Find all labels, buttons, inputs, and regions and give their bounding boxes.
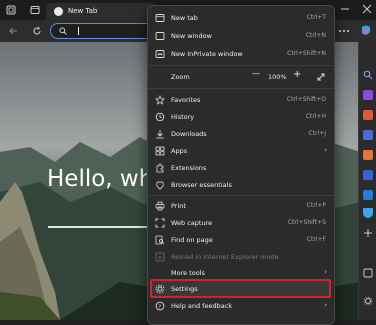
- menu-item-new-window[interactable]: New window Ctrl+N: [148, 28, 334, 44]
- svg-text:?: ?: [158, 304, 161, 310]
- zoom-out-button[interactable]: —: [252, 69, 260, 78]
- menu-item-shortcut: Ctrl+F: [306, 236, 326, 243]
- outlook-icon[interactable]: [363, 190, 373, 200]
- games-icon[interactable]: [363, 130, 373, 140]
- chevron-right-icon: ›: [324, 301, 327, 309]
- drop-icon[interactable]: [363, 208, 373, 218]
- menu-item-label: Web capture: [171, 219, 213, 227]
- menu-item-shortcut: Ctrl+P: [306, 202, 326, 209]
- menu-item-label: More tools: [171, 269, 205, 277]
- menu-item-label: Extensions: [171, 164, 207, 172]
- menu-item-label: Reload in Internet Explorer mode: [171, 253, 279, 261]
- menu-item-label: History: [171, 113, 195, 121]
- menu-separator: [148, 195, 334, 196]
- menu-item-label: New tab: [171, 14, 198, 22]
- menu-item-label: Find on page: [171, 236, 213, 244]
- menu-item-label: Favorites: [171, 96, 201, 104]
- back-icon[interactable]: [8, 26, 18, 36]
- settings-gear-icon: [155, 284, 165, 294]
- office-icon[interactable]: [363, 150, 373, 160]
- tab-actions-icon[interactable]: [30, 5, 40, 15]
- zoom-level: 100%: [268, 73, 287, 81]
- add-icon[interactable]: [363, 228, 373, 238]
- chevron-right-icon: ›: [324, 146, 327, 154]
- menu-item-history[interactable]: History Ctrl+H: [148, 109, 334, 125]
- menu-item-shortcut: Ctrl+Shift+O: [286, 96, 326, 103]
- address-bar[interactable]: [50, 23, 162, 39]
- settings-and-more-icon[interactable]: [338, 26, 350, 36]
- menu-item-new-inprivate-window[interactable]: New InPrivate window Ctrl+Shift+N: [148, 46, 334, 62]
- menu-item-downloads[interactable]: Downloads Ctrl+J: [148, 126, 334, 142]
- menu-item-extensions[interactable]: Extensions: [148, 160, 334, 176]
- menu-item-print[interactable]: Print Ctrl+P: [148, 198, 334, 214]
- menu-item-label: Browser essentials: [171, 181, 232, 189]
- menu-item-favorites[interactable]: Favorites Ctrl+Shift+O: [148, 92, 334, 108]
- shopping-icon[interactable]: [363, 90, 373, 100]
- refresh-icon[interactable]: [32, 26, 42, 36]
- new-tab-icon: [155, 13, 165, 23]
- menu-item-label: Downloads: [171, 130, 207, 138]
- download-icon: [155, 129, 165, 139]
- menu-item-label: New InPrivate window: [171, 50, 243, 58]
- menu-separator: [148, 88, 334, 89]
- tools-icon[interactable]: [363, 110, 373, 120]
- menu-item-shortcut: Ctrl+J: [308, 130, 326, 137]
- ie-mode-icon: e: [155, 252, 165, 262]
- favorites-icon: [155, 95, 165, 105]
- menu-separator: [148, 65, 334, 66]
- greeting-underline: [48, 226, 148, 228]
- menu-item-shortcut: Ctrl+Shift+S: [287, 219, 326, 226]
- menu-item-help-and-feedback[interactable]: ? Help and feedback ›: [148, 298, 334, 314]
- extensions-icon: [155, 163, 165, 173]
- menu-item-web-capture[interactable]: Web capture Ctrl+Shift+S: [148, 215, 334, 231]
- apps-icon: [155, 146, 165, 156]
- sidebar-layout-icon[interactable]: [363, 268, 373, 278]
- chevron-right-icon: ›: [324, 268, 327, 276]
- new-window-icon: [155, 31, 165, 41]
- search-icon: [59, 27, 67, 35]
- menu-item-reload-in-ie-mode: e Reload in Internet Explorer mode: [148, 249, 334, 265]
- copilot-icon[interactable]: [359, 24, 373, 38]
- menu-item-label: Zoom: [171, 73, 190, 81]
- menu-item-label: Apps: [171, 147, 188, 155]
- minimize-icon[interactable]: [340, 4, 350, 14]
- copilot-designer-icon[interactable]: [363, 170, 373, 180]
- menu-item-shortcut: Ctrl+N: [305, 32, 326, 39]
- search-icon[interactable]: [363, 70, 373, 80]
- new-tab-favicon: [54, 7, 63, 16]
- text-cursor: [78, 27, 79, 35]
- menu-item-new-tab[interactable]: New tab Ctrl+T: [148, 10, 334, 26]
- menu-item-find-on-page[interactable]: Find on page Ctrl+F: [148, 232, 334, 248]
- find-on-page-icon: [155, 235, 165, 245]
- workspaces-icon[interactable]: [6, 5, 16, 15]
- menu-item-label: New window: [171, 32, 212, 40]
- menu-item-zoom: Zoom — 100% +: [148, 68, 334, 86]
- sidebar-settings-icon[interactable]: [363, 296, 373, 306]
- history-icon: [155, 112, 165, 122]
- menu-item-settings[interactable]: Settings: [148, 281, 334, 297]
- zoom-in-button[interactable]: +: [293, 69, 301, 80]
- help-icon: ?: [155, 301, 165, 311]
- tab-title: New Tab: [68, 7, 98, 15]
- menu-item-shortcut: Ctrl+T: [306, 14, 326, 21]
- menu-item-shortcut: Ctrl+Shift+N: [287, 50, 326, 57]
- inprivate-icon: [155, 49, 165, 59]
- browser-essentials-icon: [155, 180, 165, 190]
- menu-item-browser-essentials[interactable]: Browser essentials: [148, 177, 334, 193]
- close-window-icon[interactable]: [362, 4, 372, 14]
- menu-item-apps[interactable]: Apps ›: [148, 143, 334, 159]
- full-screen-icon[interactable]: [316, 72, 326, 82]
- sidebar: [358, 42, 376, 320]
- menu-item-label: Help and feedback: [171, 302, 233, 310]
- print-icon: [155, 201, 165, 211]
- menu-item-label: Print: [171, 202, 186, 210]
- menu-item-label: Settings: [171, 285, 198, 293]
- web-capture-icon: [155, 218, 165, 228]
- menu-item-shortcut: Ctrl+H: [305, 113, 326, 120]
- svg-text:e: e: [158, 255, 162, 262]
- settings-and-more-menu: New tab Ctrl+T New window Ctrl+N New InP…: [147, 5, 335, 325]
- tab-new-tab[interactable]: New Tab: [46, 3, 156, 20]
